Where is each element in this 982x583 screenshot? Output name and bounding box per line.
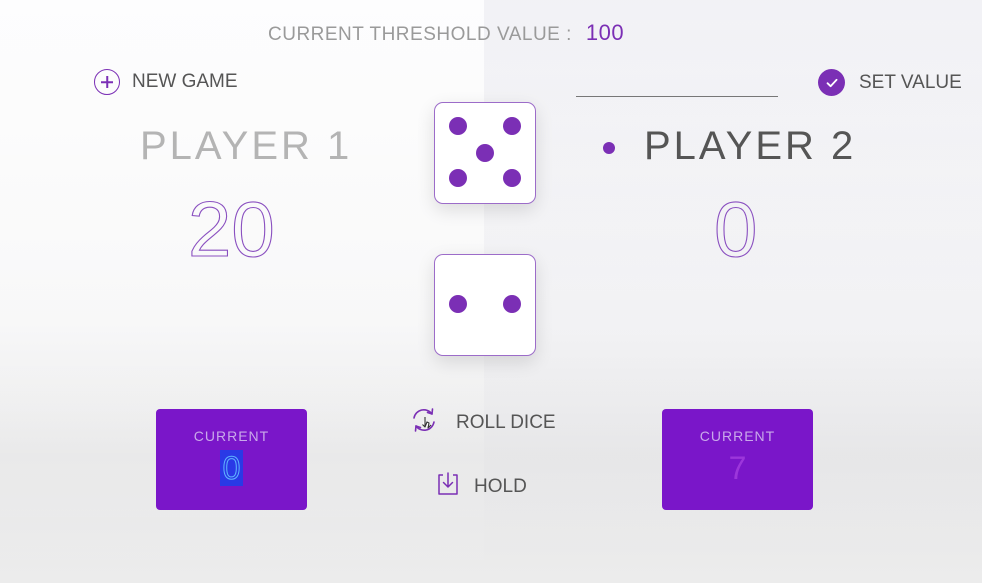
set-value-button[interactable]: SET VALUE	[818, 69, 962, 96]
dice-pip	[449, 169, 467, 187]
player-2-current-box: CURRENT 7	[662, 409, 813, 510]
check-circle-icon	[818, 69, 845, 96]
dice-pip	[476, 144, 494, 162]
set-value-label: SET VALUE	[859, 71, 962, 93]
game-board: CURRENT THRESHOLD VALUE : 100 NEW GAME SE…	[0, 0, 982, 583]
download-icon	[436, 471, 460, 503]
plus-circle-icon	[94, 69, 120, 95]
player-1-current-box: CURRENT 0	[156, 409, 307, 510]
dice-pip	[503, 117, 521, 135]
threshold-label: CURRENT THRESHOLD VALUE :	[268, 24, 572, 45]
roll-dice-label: ROLL DICE	[456, 412, 556, 433]
player-1-current-value: 0	[219, 450, 244, 486]
player-2-current-value: 7	[728, 450, 747, 486]
player-1-current-label: CURRENT	[193, 428, 270, 444]
refresh-icon	[408, 405, 440, 441]
player-2-score: 0	[713, 185, 758, 273]
dice-pip	[449, 117, 467, 135]
threshold-display: CURRENT THRESHOLD VALUE : 100	[268, 20, 624, 46]
new-game-button[interactable]: NEW GAME	[94, 69, 238, 95]
threshold-input[interactable]	[576, 70, 778, 97]
threshold-value: 100	[585, 20, 625, 45]
player-1-name: PLAYER 1	[140, 124, 353, 168]
active-player-dot-icon	[603, 142, 615, 154]
dice-pip	[449, 295, 467, 313]
dice-pip	[503, 169, 521, 187]
player-2-name: PLAYER 2	[644, 124, 857, 168]
new-game-label: NEW GAME	[132, 71, 238, 92]
dice-1	[434, 102, 536, 204]
player-1-score: 20	[187, 185, 275, 273]
player-2-current-label: CURRENT	[699, 428, 776, 444]
dice-pip	[503, 295, 521, 313]
hold-button[interactable]: HOLD	[436, 471, 527, 503]
roll-dice-button[interactable]: ROLL DICE	[408, 405, 556, 441]
hold-label: HOLD	[474, 476, 527, 497]
dice-2	[434, 254, 536, 356]
